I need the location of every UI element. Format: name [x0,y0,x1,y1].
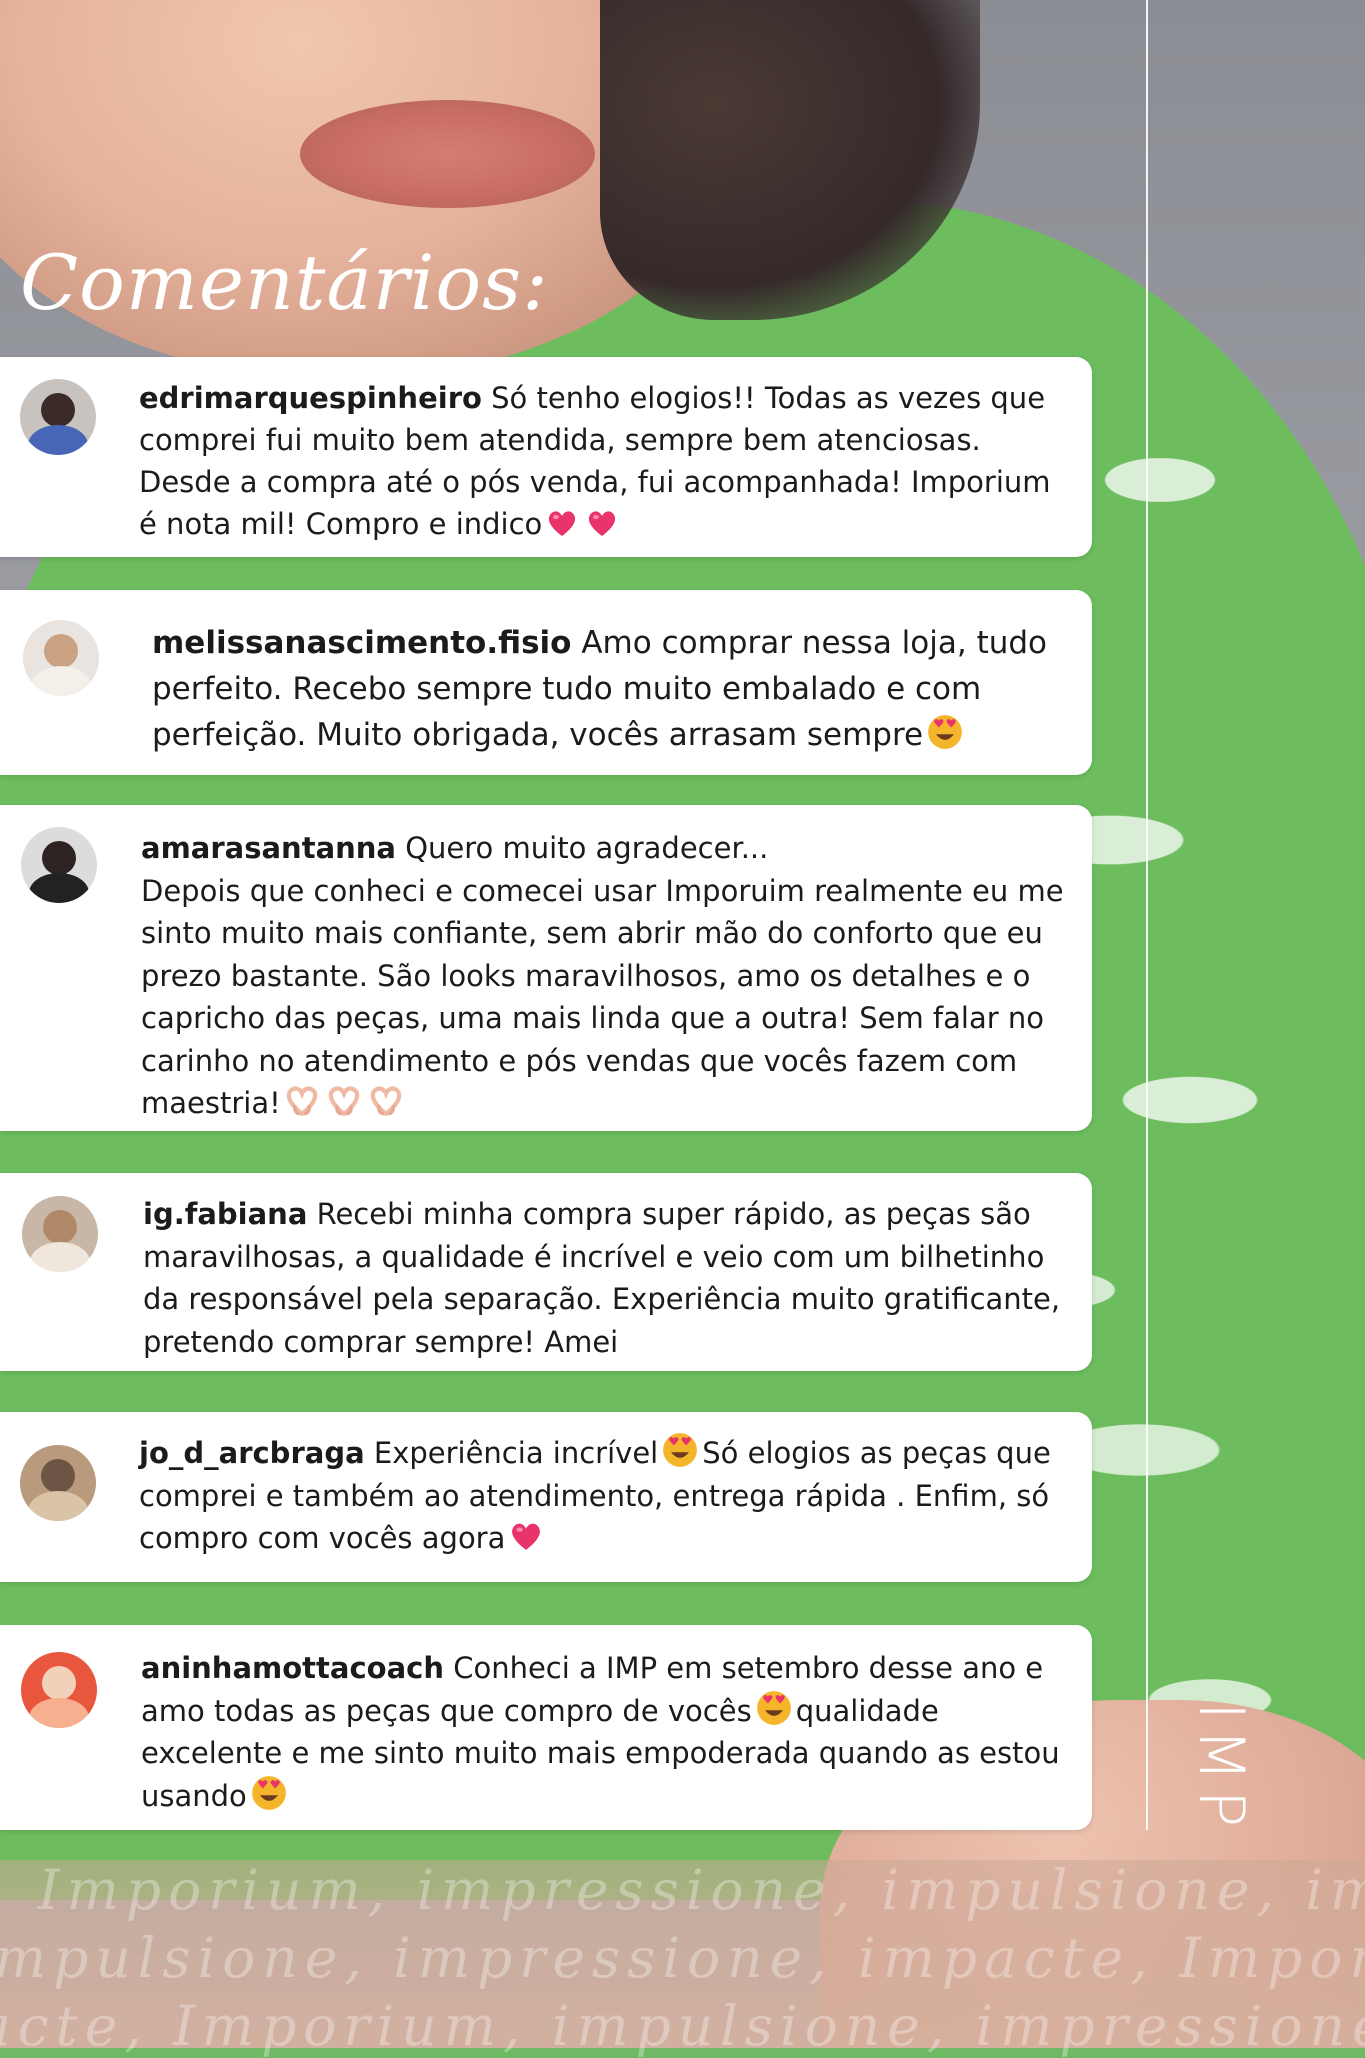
comment-text: edrimarquespinheiro Só tenho elogios!! T… [139,377,1059,545]
comment-username[interactable]: ig.fabiana [143,1197,307,1231]
avatar[interactable] [21,1652,97,1728]
heart-hands-emoji [369,1084,403,1118]
comment-text: aninhamottacoach Conheci a IMP em setemb… [141,1647,1076,1817]
brand-logo: IMP [1185,1702,1258,1836]
decorative-line [1146,0,1148,1830]
avatar[interactable] [20,1445,96,1521]
comment-card: amarasantanna Quero muito agradecer... D… [0,805,1092,1131]
heart-hands-emoji [285,1084,319,1118]
lips [300,100,595,208]
heart-eyes-emoji [251,1775,287,1811]
heart-eyes-emoji [756,1690,792,1726]
comment-card: edrimarquespinheiro Só tenho elogios!! T… [0,357,1092,557]
heart-eyes-emoji [927,714,963,750]
comment-text: jo_d_arcbraga Experiência incrível Só elo… [139,1432,1074,1560]
watermark-line-3: acte, Imporium, impulsione, impressione,… [0,1994,1365,2058]
comment-card: ig.fabiana Recebi minha compra super ráp… [0,1173,1092,1371]
comment-card: aninhamottacoach Conheci a IMP em setemb… [0,1625,1092,1830]
avatar[interactable] [22,1196,98,1272]
comment-username[interactable]: aninhamottacoach [141,1651,444,1685]
comment-username[interactable]: amarasantanna [141,831,396,865]
comment-body-part-1: Experiência incrível [373,1436,659,1470]
heart-hands-emoji [327,1084,361,1118]
heart-eyes-emoji [662,1432,698,1468]
comment-text: amarasantanna Quero muito agradecer... D… [141,827,1071,1125]
avatar[interactable] [21,827,97,903]
heart-emoji [586,507,618,539]
heart-emoji [509,1519,543,1553]
comment-username[interactable]: jo_d_arcbraga [139,1436,365,1470]
heart-emoji [546,507,578,539]
watermark-line-1: Imporium, impressione, impulsione, impac… [38,1858,1365,1922]
avatar[interactable] [20,379,96,455]
comment-username[interactable]: edrimarquespinheiro [139,381,482,415]
comment-text: ig.fabiana Recebi minha compra super ráp… [143,1193,1073,1363]
comment-text: melissanascimento.fisio Amo comprar ness… [152,620,1052,758]
avatar[interactable] [23,620,99,696]
comment-body: Depois que conheci e comecei usar Imporu… [141,873,1064,1121]
watermark-line-2: mpulsione, impressione, impacte, Imporiu… [0,1926,1365,1990]
page-title: Comentários: [20,238,549,327]
comment-card: melissanascimento.fisio Amo comprar ness… [0,590,1092,775]
comment-username[interactable]: melissanascimento.fisio [152,625,571,661]
comment-card: jo_d_arcbraga Experiência incrível Só elo… [0,1412,1092,1582]
comment-first-line: Quero muito agradecer... [405,831,769,865]
